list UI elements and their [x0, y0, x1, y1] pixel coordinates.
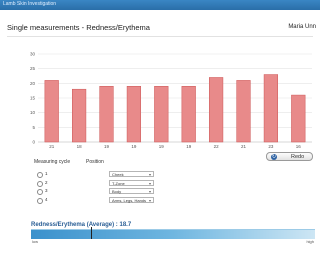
chevron-down-icon: ▾ — [148, 189, 151, 194]
chart-bar — [99, 86, 114, 143]
chevron-down-icon: ▾ — [148, 197, 151, 203]
cycle-radio[interactable] — [37, 197, 43, 204]
y-tick-label: 30 — [30, 52, 36, 57]
chart-bar — [72, 88, 87, 143]
x-tick-label: 21 — [49, 144, 55, 149]
chart-bar — [263, 74, 278, 143]
y-tick-label: 25 — [30, 66, 36, 71]
x-tick-label: 18 — [77, 144, 83, 149]
y-tick-label: 10 — [30, 110, 36, 115]
scale-high-label: high — [306, 239, 314, 244]
position-select[interactable]: Arms, Legs, Hands ▾ — [109, 196, 154, 203]
cycle-row: 3 Body ▾ — [37, 188, 154, 195]
refresh-icon: ↻ — [271, 154, 277, 160]
chart-bar — [181, 86, 196, 143]
average-label: Redness/Erythema (Average) : 18.7 — [31, 222, 132, 228]
x-tick-label: 19 — [159, 144, 165, 149]
y-tick-label: 0 — [32, 140, 35, 145]
x-tick-label: 19 — [104, 144, 110, 149]
cycle-number: 4 — [45, 196, 48, 202]
position-select[interactable]: Cheek ▾ — [109, 171, 154, 177]
x-tick-label: 23 — [268, 144, 274, 149]
position-select-value: T-Zone — [112, 180, 125, 186]
position-header: Position — [86, 159, 104, 165]
cycle-row: 2 T-Zone ▾ — [37, 179, 154, 187]
chart-bar — [126, 86, 142, 143]
x-tick-label: 19 — [186, 144, 192, 149]
position-select-value: Cheek — [112, 172, 124, 177]
chevron-down-icon: ▾ — [148, 180, 151, 186]
position-select-value: Body — [112, 189, 122, 194]
chart-bar — [291, 94, 306, 143]
position-select[interactable]: T-Zone ▾ — [109, 179, 154, 186]
redo-button[interactable]: ↻ Redo — [266, 152, 313, 161]
measuring-cycle-header: Measuring cycle — [34, 159, 71, 165]
chevron-down-icon: ▾ — [148, 172, 151, 177]
chart-bar — [209, 77, 224, 143]
chart-bar — [236, 80, 251, 143]
chart-bar — [154, 86, 169, 143]
chart-bar — [44, 80, 59, 143]
x-tick-label: 16 — [296, 144, 302, 149]
cycle-radio[interactable] — [37, 189, 43, 195]
x-tick-label: 21 — [241, 144, 247, 149]
chart-bars — [44, 74, 306, 143]
cycle-row: 4 Arms, Legs, Hands ▾ — [37, 196, 154, 204]
cycle-number: 2 — [45, 179, 48, 185]
scale-low-label: low — [32, 239, 39, 244]
x-tick-label: 22 — [214, 144, 220, 149]
average-marker — [91, 227, 93, 239]
average-scale-bar — [31, 229, 315, 239]
cycle-radio[interactable] — [37, 172, 43, 178]
position-select-value: Arms, Legs, Hands — [112, 197, 147, 203]
cycle-number: 3 — [45, 188, 48, 193]
position-select[interactable]: Body ▾ — [109, 188, 154, 194]
cycle-row: 1 Cheek ▾ — [37, 171, 154, 178]
cycle-radio[interactable] — [37, 180, 43, 187]
redo-button-label: Redo — [291, 154, 305, 160]
y-tick-label: 5 — [32, 125, 35, 130]
y-tick-label: 20 — [30, 81, 36, 86]
x-tick-label: 19 — [131, 144, 137, 149]
redness-bar-chart: 0 5 10 15 20 25 30 21 18 19 19 19 19 22 21 23 16 — [30, 52, 312, 149]
y-tick-label: 15 — [30, 96, 36, 101]
cycle-number: 1 — [45, 171, 48, 176]
